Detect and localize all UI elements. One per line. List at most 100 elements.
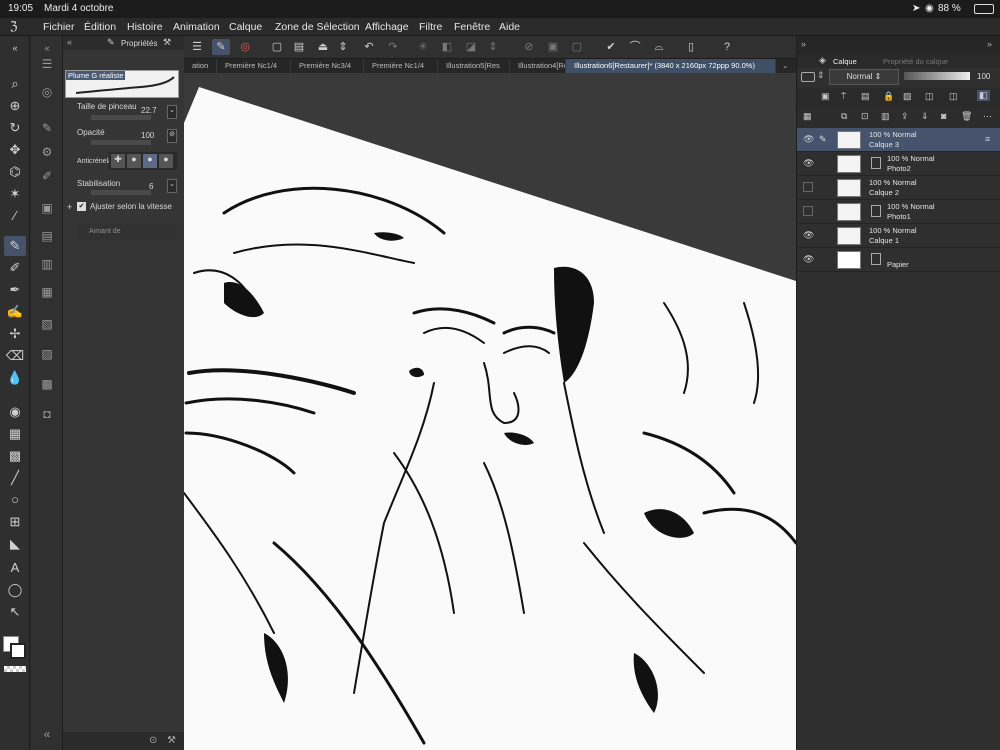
- wrench-settings-icon[interactable]: ⚒: [167, 735, 176, 746]
- visibility-eye-icon[interactable]: 👁: [803, 230, 814, 240]
- brush-smooth-icon[interactable]: ⌓: [650, 39, 668, 55]
- expand-plus-icon[interactable]: +: [67, 202, 72, 212]
- tab-0[interactable]: ation: [184, 59, 217, 73]
- panel-g-icon[interactable]: ▩: [37, 374, 57, 394]
- layer-opacity-slider[interactable]: [904, 72, 970, 80]
- brush-tab-icon[interactable]: ✎: [107, 37, 115, 48]
- tab-active[interactable]: Illustration6[Restaurer]* (3840 x 2160px…: [566, 59, 776, 73]
- check-icon[interactable]: ✔: [602, 39, 620, 55]
- brush-correct-icon[interactable]: ⌒: [626, 39, 644, 55]
- brush-tool-icon[interactable]: ✒: [4, 280, 26, 300]
- menu-filtre[interactable]: Filtre: [419, 21, 442, 33]
- app-logo-icon[interactable]: ℨ: [10, 19, 17, 33]
- visibility-off-icon[interactable]: [803, 206, 813, 216]
- collapse-bottom-icon[interactable]: «: [37, 724, 57, 744]
- draft-icon[interactable]: ▤: [861, 91, 870, 102]
- frame-tool-icon[interactable]: ⊞: [4, 512, 26, 532]
- redo-icon[interactable]: ↷: [384, 39, 402, 55]
- panel-b-icon[interactable]: ▤: [37, 226, 57, 246]
- text-tool-icon[interactable]: A: [4, 558, 26, 578]
- new-raster-icon[interactable]: ⧉: [841, 111, 847, 122]
- record-icon[interactable]: ◎: [236, 39, 254, 55]
- sub-color-swatch[interactable]: [10, 643, 26, 659]
- loading-icon[interactable]: ✳: [414, 39, 432, 55]
- lock-icon[interactable]: 🔒: [883, 91, 894, 102]
- gradient-tool-icon[interactable]: ▦: [4, 424, 26, 444]
- opacity-slider[interactable]: [91, 140, 151, 145]
- zoom-tool-icon[interactable]: ⌕: [4, 74, 26, 94]
- reset-icon[interactable]: ⊙: [149, 735, 157, 746]
- lasso-tool-icon[interactable]: ⌬: [4, 162, 26, 182]
- shape-tool-icon[interactable]: ○: [4, 490, 26, 510]
- canvas-area[interactable]: [184, 73, 796, 750]
- tab-layer-props[interactable]: Propriété du calque: [883, 57, 948, 66]
- pencil-tool-icon[interactable]: ✐: [4, 258, 26, 278]
- layer-more-icon[interactable]: ⋯: [983, 111, 992, 122]
- tab-1[interactable]: Première Nc1/4: [217, 59, 291, 73]
- transparent-color-swatch[interactable]: [4, 666, 26, 672]
- transfer-icon[interactable]: ⇪: [901, 111, 909, 122]
- lock-alpha-icon[interactable]: ▧: [903, 91, 912, 102]
- speed-checkbox[interactable]: ✔: [77, 202, 86, 211]
- stab-stepper-icon[interactable]: ⌄: [167, 179, 177, 193]
- line-tool-icon[interactable]: ╱: [4, 468, 26, 488]
- magnet-row[interactable]: Aimant de: [77, 224, 177, 240]
- mode-stepper-icon[interactable]: ⇕: [817, 70, 825, 81]
- eyedropper-icon[interactable]: ⁄: [4, 206, 26, 226]
- balloon-tool-icon[interactable]: ◯: [4, 580, 26, 600]
- layer-row[interactable]: 👁 Papier: [797, 248, 1000, 272]
- blend-tool-icon[interactable]: 💧: [4, 368, 26, 388]
- clip-icon[interactable]: ▣: [821, 91, 830, 102]
- collapse-icon[interactable]: «: [4, 38, 26, 58]
- device-icon[interactable]: ▯: [682, 39, 700, 55]
- brush-preview[interactable]: Plume G réaliste: [65, 70, 179, 98]
- size-slider[interactable]: [91, 115, 151, 120]
- fill-tool-icon[interactable]: ◉: [4, 402, 26, 422]
- fill-icon[interactable]: ◪: [462, 39, 480, 55]
- stab-slider[interactable]: [91, 190, 151, 195]
- blend-mode-select[interactable]: Normal ⇕: [829, 69, 899, 85]
- size-dropdown-icon[interactable]: ⌄: [167, 105, 177, 119]
- merge-icon[interactable]: ⇓: [921, 111, 929, 122]
- operation-tool-icon[interactable]: ⊕: [4, 96, 26, 116]
- new-file-icon[interactable]: ▢: [268, 39, 286, 55]
- layer-row[interactable]: 100 % Normal Photo1: [797, 200, 1000, 224]
- aa-medium-icon[interactable]: ●: [143, 154, 157, 168]
- clear-selection-icon[interactable]: ⊘: [520, 39, 538, 55]
- tabs-dropdown-icon[interactable]: ⌄: [778, 59, 794, 73]
- visibility-eye-icon[interactable]: 👁: [803, 134, 814, 144]
- pen-tool-icon[interactable]: ✎: [4, 236, 26, 256]
- wrench-icon[interactable]: ⚒: [163, 37, 171, 48]
- panel-e-icon[interactable]: ▧: [37, 314, 57, 334]
- undo-icon[interactable]: ↶: [360, 39, 378, 55]
- tab-layer[interactable]: Calque: [833, 57, 857, 66]
- menu-calque[interactable]: Calque: [229, 21, 262, 33]
- menu-edition[interactable]: Édition: [84, 21, 116, 33]
- crop-icon[interactable]: ▣: [544, 39, 562, 55]
- mask-b-icon[interactable]: ◫: [949, 91, 958, 102]
- visibility-eye-icon[interactable]: 👁: [803, 158, 814, 168]
- eraser-tool-icon[interactable]: ⌫: [4, 346, 26, 366]
- panel-f-icon[interactable]: ▨: [37, 344, 57, 364]
- tab-5[interactable]: Illustration4[Res: [510, 59, 566, 73]
- ref-layer-icon[interactable]: ⍑: [841, 91, 846, 102]
- move-tool-icon[interactable]: ✥: [4, 140, 26, 160]
- aa-low-icon[interactable]: ●: [127, 154, 141, 168]
- marker-tool-icon[interactable]: ✍: [4, 302, 26, 322]
- transform-icon[interactable]: ◧: [438, 39, 456, 55]
- rotate-tool-icon[interactable]: ↻: [4, 118, 26, 138]
- subtool-settings-icon[interactable]: ⚙: [37, 142, 57, 162]
- select-all-icon[interactable]: ▢: [568, 39, 586, 55]
- menu-fichier[interactable]: Fichier: [43, 21, 75, 33]
- correction-tool-icon[interactable]: ↖: [4, 602, 26, 622]
- expand-right-icon[interactable]: »: [801, 39, 806, 49]
- menu-affichage[interactable]: Affichage: [365, 21, 409, 33]
- save-icon[interactable]: ⏏: [314, 39, 332, 55]
- menu-fenetre[interactable]: Fenêtre: [454, 21, 490, 33]
- new-vector-icon[interactable]: ⊡: [861, 111, 869, 122]
- magic-wand-icon[interactable]: ✶: [4, 184, 26, 204]
- layer-row[interactable]: 👁 100 % Normal Calque 1: [797, 224, 1000, 248]
- layer-color-mode-icon[interactable]: ◧: [977, 90, 990, 101]
- layer-row[interactable]: 👁 100 % Normal Photo2: [797, 152, 1000, 176]
- aa-none-icon[interactable]: ✚: [111, 154, 125, 168]
